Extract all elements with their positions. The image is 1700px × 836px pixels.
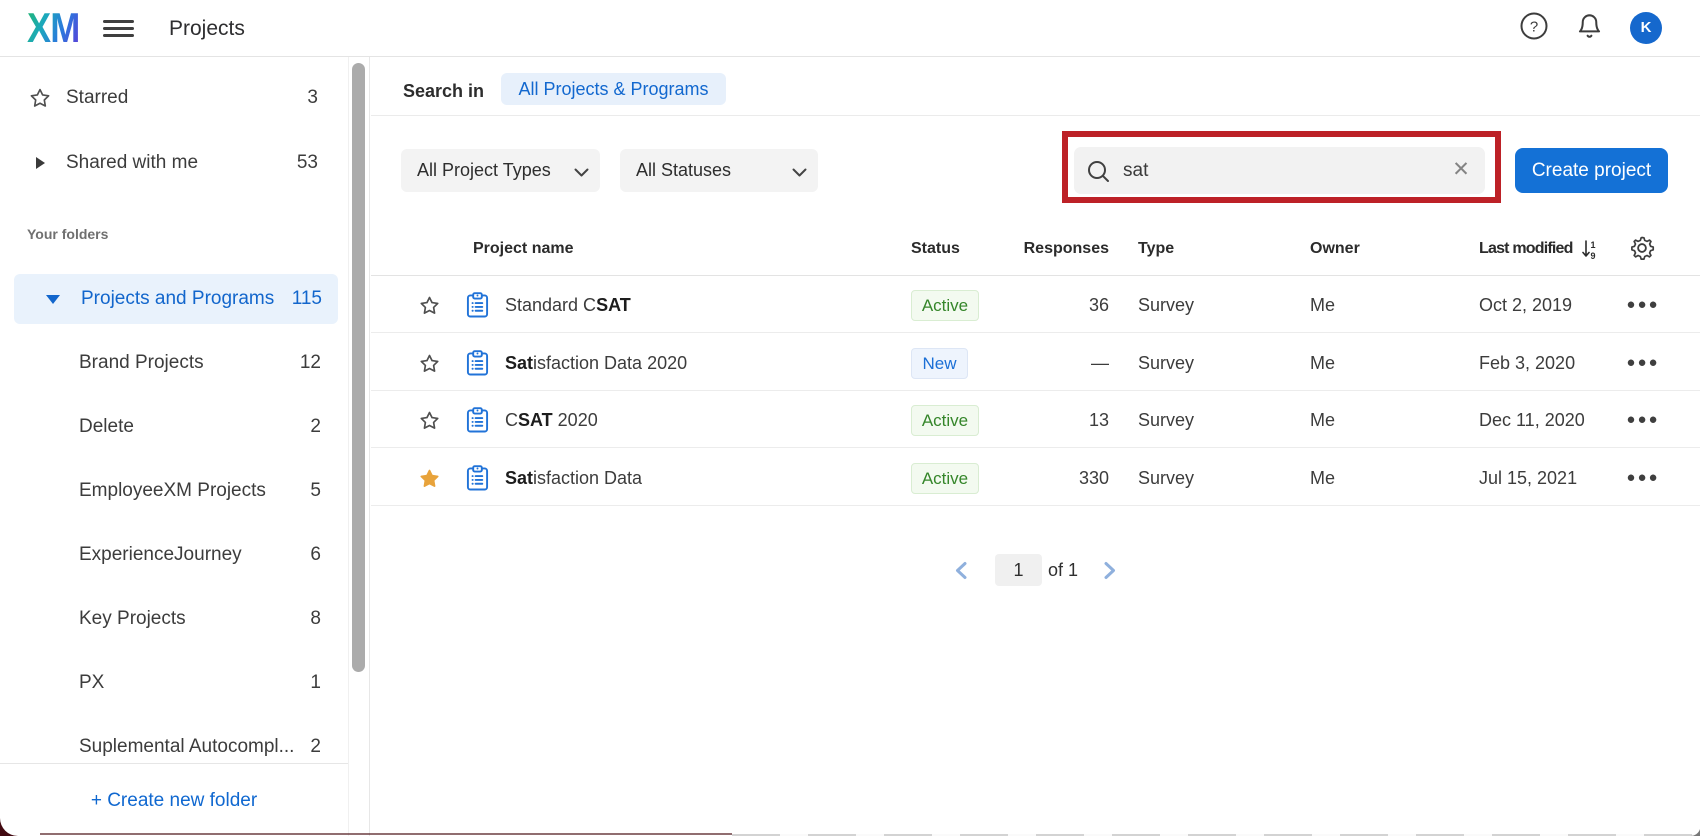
svg-text:9: 9 [1590, 251, 1595, 261]
svg-text:1: 1 [1590, 240, 1595, 250]
svg-text:?: ? [1530, 19, 1538, 36]
